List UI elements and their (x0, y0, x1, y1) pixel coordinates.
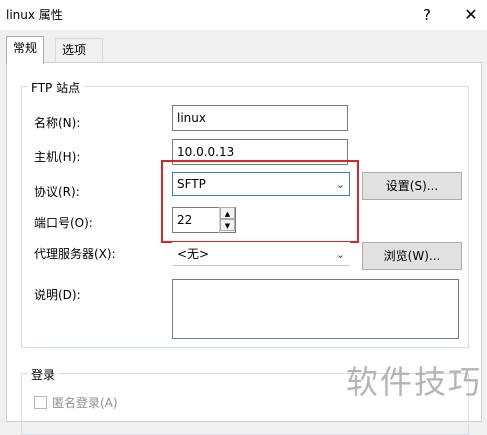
name-label: 名称(N): (34, 116, 81, 130)
close-icon[interactable]: ✕ (458, 3, 484, 27)
tab-strip: 常规 选项 (0, 30, 487, 64)
description-field[interactable] (172, 279, 459, 339)
ftp-site-group-title: FTP 站点 (28, 79, 84, 96)
highlight-box (161, 160, 359, 243)
port-label: 端口号(O): (34, 216, 93, 230)
anonymous-label: 匿名登录(A) (52, 396, 118, 410)
chevron-down-icon: ⌄ (335, 248, 345, 261)
name-field[interactable]: linux (172, 105, 348, 131)
help-button[interactable]: ? (414, 3, 440, 27)
browse-button[interactable]: 浏览(W)... (362, 242, 462, 270)
watermark: 软件技巧 (346, 363, 483, 401)
proxy-value: <无> (177, 247, 210, 261)
login-group-title: 登录 (28, 366, 59, 383)
tab-options[interactable]: 选项 (55, 38, 103, 62)
host-label: 主机(H): (34, 150, 81, 164)
settings-button[interactable]: 设置(S)... (362, 172, 462, 200)
anonymous-checkbox[interactable] (34, 396, 47, 409)
protocol-label: 协议(R): (34, 185, 80, 199)
proxy-label: 代理服务器(X): (34, 247, 116, 261)
proxy-select[interactable]: <无> ⌄ (172, 242, 350, 266)
tab-general[interactable]: 常规 (6, 36, 45, 64)
description-label: 说明(D): (34, 288, 81, 302)
title-bar: linux 属性 ? ✕ (0, 0, 487, 30)
window-title: linux 属性 (6, 8, 63, 22)
